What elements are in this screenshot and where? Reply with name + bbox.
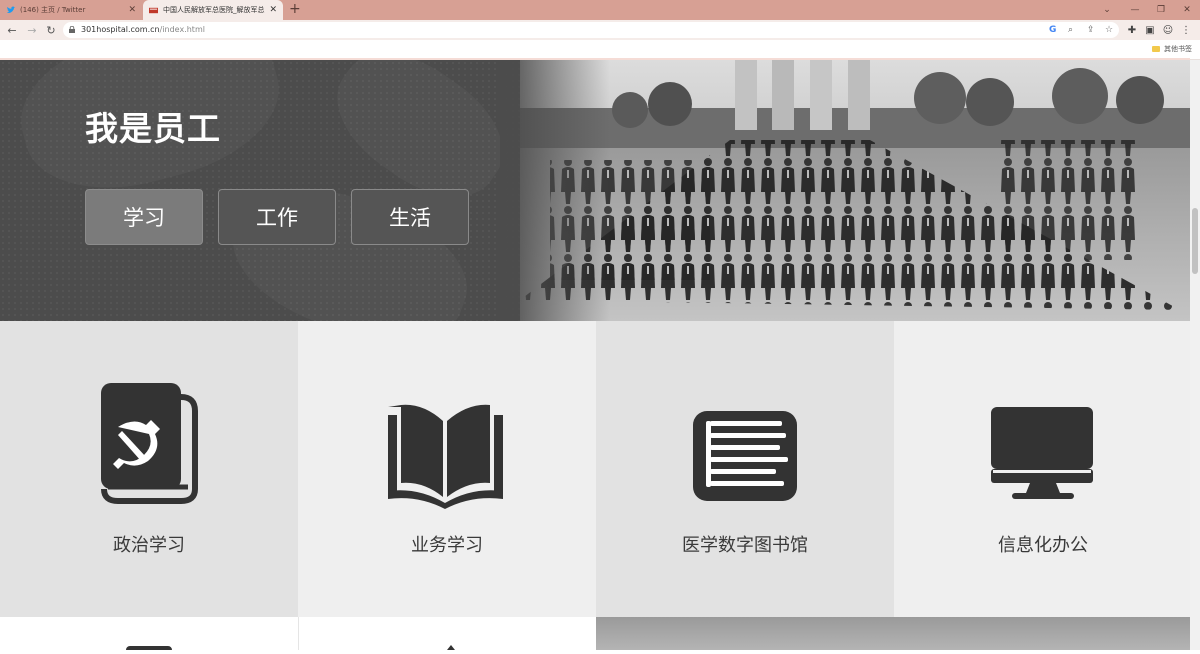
translate-icon[interactable]: G [1049,25,1056,35]
hero-title: 我是员工 [85,109,221,148]
close-tab-icon[interactable]: ✕ [269,5,277,15]
tile-label: 政治学习 [113,535,185,556]
tile-medical-digital-library[interactable]: 医学数字图书馆 [596,321,894,617]
hero-photo-fade [500,60,610,321]
tile-label: 信息化办公 [998,535,1088,556]
page-scrollbar[interactable] [1190,60,1200,650]
profile-icon[interactable]: ☺ [1161,23,1175,37]
forward-icon[interactable]: → [24,22,40,38]
lock-icon [69,26,75,33]
study-button[interactable]: 学习 [85,189,203,245]
tile-icon-partial [126,646,172,654]
hero-photo-marching-staff [520,60,1190,321]
tile-row2-1[interactable] [0,617,298,654]
share-icon[interactable]: ⇪ [1087,25,1095,35]
tab-strip: (146) 主页 / Twitter ✕ 中国人民解放军总医院_解放军总 ✕ +… [0,0,1200,20]
side-panel-icon[interactable]: ▣ [1143,23,1157,37]
employee-hero-banner: 我是员工 学习 工作 生活 [0,60,1190,321]
tab-twitter[interactable]: (146) 主页 / Twitter ✕ [0,0,142,20]
tab-title: 中国人民解放军总医院_解放军总 [163,6,265,14]
close-window-icon[interactable]: ✕ [1172,0,1200,20]
tab-title: (146) 主页 / Twitter [20,6,86,14]
bookmark-star-icon[interactable]: ☆ [1105,25,1113,35]
tile-political-study[interactable]: 政治学习 [0,321,298,617]
address-bar[interactable]: 301hospital.com.cn/index.html G ⌕ ⇪ ☆ [63,22,1119,38]
reload-icon[interactable]: ↻ [43,22,59,38]
zoom-icon[interactable]: ⌕ [1068,25,1073,35]
bookmarks-bar: 其他书签 [0,40,1200,60]
url-text: 301hospital.com.cn/index.html [81,24,205,36]
life-button[interactable]: 生活 [351,189,469,245]
party-book-icon [101,383,198,504]
twitter-icon [6,5,15,13]
tab-301hospital[interactable]: 中国人民解放军总医院_解放军总 ✕ [143,0,283,20]
new-tab-button[interactable]: + [289,1,301,17]
tile-icon-partial [447,645,455,650]
row2-photo-banner [596,617,1190,650]
hospital-favicon-icon [149,7,158,13]
monitor-icon [991,407,1093,499]
work-button[interactable]: 工作 [218,189,336,245]
url-host: 301hospital.com.cn [81,25,160,34]
library-book-icon [693,411,797,501]
scrollbar-thumb[interactable] [1192,208,1198,274]
tile-information-office[interactable]: 信息化办公 [894,321,1192,617]
tile-row2-2[interactable] [298,617,597,650]
toolbar: ← → ↻ 301hospital.com.cn/index.html G ⌕ … [0,20,1200,40]
open-book-icon [388,404,503,509]
extensions-icon[interactable]: ✚ [1125,23,1139,37]
menu-icon[interactable]: ⋮ [1179,23,1193,37]
back-icon[interactable]: ← [4,22,20,38]
folder-icon [1152,46,1160,52]
url-path: /index.html [159,25,205,34]
tile-label: 医学数字图书馆 [682,535,808,556]
tile-label: 业务学习 [411,535,483,556]
close-tab-icon[interactable]: ✕ [128,5,136,15]
tab-search-icon[interactable]: ⌄ [1092,0,1122,20]
tile-professional-study[interactable]: 业务学习 [298,321,596,617]
other-bookmarks-label: 其他书签 [1164,45,1192,53]
other-bookmarks[interactable]: 其他书签 [1152,44,1192,54]
